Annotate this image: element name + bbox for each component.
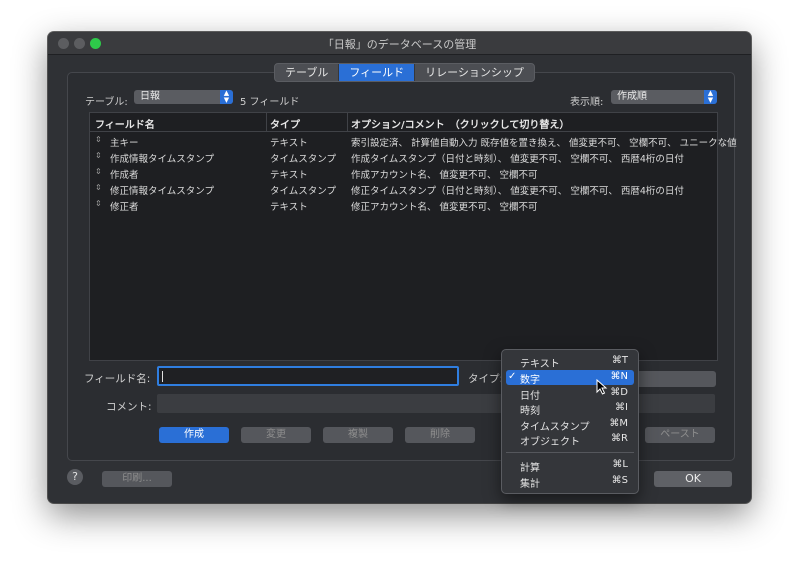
field-type-cell: テキスト	[270, 138, 308, 149]
table-header: フィールド名 タイプ オプション/コメント （クリックして切り替え）	[90, 113, 717, 132]
table-row[interactable]: ⇕ 作成情報タイムスタンプ タイムスタンプ 作成タイムスタンプ（日付と時刻）、 …	[90, 149, 717, 165]
drag-handle-icon[interactable]: ⇕	[95, 151, 102, 160]
change-button[interactable]: 変更	[241, 427, 311, 443]
field-name-label: フィールド名:	[84, 373, 151, 385]
shortcut-label: ⌘M	[609, 418, 628, 429]
field-options-cell: 作成タイムスタンプ（日付と時刻）、 値変更不可、 空欄不可、 西暦4桁の日付	[351, 154, 684, 165]
menu-item-time[interactable]: 時刻 ⌘I	[506, 401, 634, 417]
table-row[interactable]: ⇕ 主キー テキスト 索引設定済、 計算値自動入力 既存値を置き換え、 値変更不…	[90, 133, 737, 149]
field-name-cell: 作成情報タイムスタンプ	[110, 154, 215, 165]
help-icon[interactable]: ?	[67, 469, 83, 485]
fields-table[interactable]: フィールド名 タイプ オプション/コメント （クリックして切り替え） ⇕ 主キー…	[89, 112, 737, 361]
window-title: 「日報」のデータベースの管理	[322, 38, 477, 51]
type-label: タイプ:	[468, 373, 504, 385]
drag-handle-icon[interactable]: ⇕	[95, 199, 102, 208]
table-row[interactable]: ⇕ 作成者 テキスト 作成アカウント名、 値変更不可、 空欄不可	[90, 165, 717, 181]
field-name-cell: 修正者	[110, 202, 139, 213]
drag-handle-icon[interactable]: ⇕	[95, 167, 102, 176]
column-divider[interactable]	[266, 113, 267, 131]
field-options-cell: 索引設定済、 計算値自動入力 既存値を置き換え、 値変更不可、 空欄不可、 ユニ…	[351, 138, 737, 149]
table-selector-label: テーブル:	[85, 97, 128, 108]
delete-button[interactable]: 削除	[405, 427, 475, 443]
drag-handle-icon[interactable]: ⇕	[95, 135, 102, 144]
shortcut-label: ⌘L	[612, 459, 628, 470]
tab-relationships[interactable]: リレーションシップ	[415, 64, 534, 81]
field-name-input[interactable]	[157, 366, 459, 386]
column-header-type[interactable]: タイプ	[270, 116, 300, 131]
shortcut-label: ⌘I	[615, 402, 628, 413]
updown-arrow-icon: ▲ ▼	[704, 90, 717, 104]
tab-fields[interactable]: フィールド	[339, 64, 416, 81]
options-button[interactable]	[632, 371, 716, 387]
menu-item-timestamp[interactable]: タイムスタンプ ⌘M	[506, 417, 634, 433]
column-divider[interactable]	[347, 113, 348, 131]
drag-handle-icon[interactable]: ⇕	[95, 183, 102, 192]
menu-item-date[interactable]: 日付 ⌘D	[506, 386, 634, 402]
field-type-cell: タイムスタンプ	[270, 154, 337, 165]
paste-button[interactable]: ペースト	[645, 427, 715, 443]
field-options-cell: 修正タイムスタンプ（日付と時刻）、 値変更不可、 空欄不可、 西暦4桁の日付	[351, 186, 684, 197]
tab-bar: テーブル フィールド リレーションシップ	[274, 63, 535, 82]
duplicate-button[interactable]: 複製	[323, 427, 393, 443]
field-options-cell: 修正アカウント名、 値変更不可、 空欄不可	[351, 202, 538, 213]
menu-item-calculation[interactable]: 計算 ⌘L	[506, 458, 634, 474]
shortcut-label: ⌘N	[610, 371, 628, 382]
mouse-pointer-icon	[596, 379, 608, 395]
menu-item-container[interactable]: オブジェクト ⌘R	[506, 432, 634, 448]
field-type-menu: テキスト ⌘T ✓ 数字 ⌘N 日付 ⌘D 時刻 ⌘I タイムスタンプ ⌘M オ…	[501, 349, 639, 494]
column-header-options[interactable]: オプション/コメント （クリックして切り替え）	[351, 116, 569, 131]
menu-separator	[506, 452, 634, 453]
field-type-cell: テキスト	[270, 202, 308, 213]
checkmark-icon: ✓	[508, 371, 517, 382]
menu-item-text[interactable]: テキスト ⌘T	[506, 354, 634, 370]
table-row[interactable]: ⇕ 修正情報タイムスタンプ タイムスタンプ 修正タイムスタンプ（日付と時刻）、 …	[90, 181, 717, 197]
field-options-cell: 作成アカウント名、 値変更不可、 空欄不可	[351, 170, 538, 181]
shortcut-label: ⌘T	[611, 355, 628, 366]
column-header-field-name[interactable]: フィールド名	[95, 116, 155, 131]
print-button[interactable]: 印刷...	[102, 471, 172, 487]
text-caret	[162, 371, 163, 382]
field-name-cell: 作成者	[110, 170, 139, 181]
ok-button[interactable]: OK	[654, 471, 732, 487]
sort-order-value: 作成順	[617, 91, 647, 102]
field-type-cell: テキスト	[270, 170, 308, 181]
field-name-cell: 主キー	[110, 138, 139, 149]
table-select[interactable]: 日報 ▲ ▼	[134, 90, 233, 104]
menu-item-number[interactable]: ✓ 数字 ⌘N	[506, 370, 634, 386]
table-row[interactable]: ⇕ 修正者 テキスト 修正アカウント名、 値変更不可、 空欄不可	[90, 197, 717, 213]
create-button[interactable]: 作成	[159, 427, 229, 443]
comment-label: コメント:	[106, 401, 152, 413]
updown-arrow-icon: ▲ ▼	[220, 90, 233, 104]
table-select-value: 日報	[140, 91, 160, 102]
manage-database-window: 「日報」のデータベースの管理 テーブル フィールド リレーションシップ テーブル…	[48, 32, 751, 503]
shortcut-label: ⌘R	[611, 433, 628, 444]
field-type-cell: タイムスタンプ	[270, 186, 337, 197]
tab-tables[interactable]: テーブル	[275, 64, 340, 81]
title-bar: 「日報」のデータベースの管理	[48, 32, 751, 55]
sort-order-select[interactable]: 作成順 ▲ ▼	[611, 90, 717, 104]
sort-selector-label: 表示順:	[570, 97, 604, 108]
menu-item-summary[interactable]: 集計 ⌘S	[506, 474, 634, 490]
field-name-cell: 修正情報タイムスタンプ	[110, 186, 215, 197]
shortcut-label: ⌘D	[610, 387, 628, 398]
field-count: 5 フィールド	[240, 97, 300, 108]
shortcut-label: ⌘S	[611, 475, 628, 486]
